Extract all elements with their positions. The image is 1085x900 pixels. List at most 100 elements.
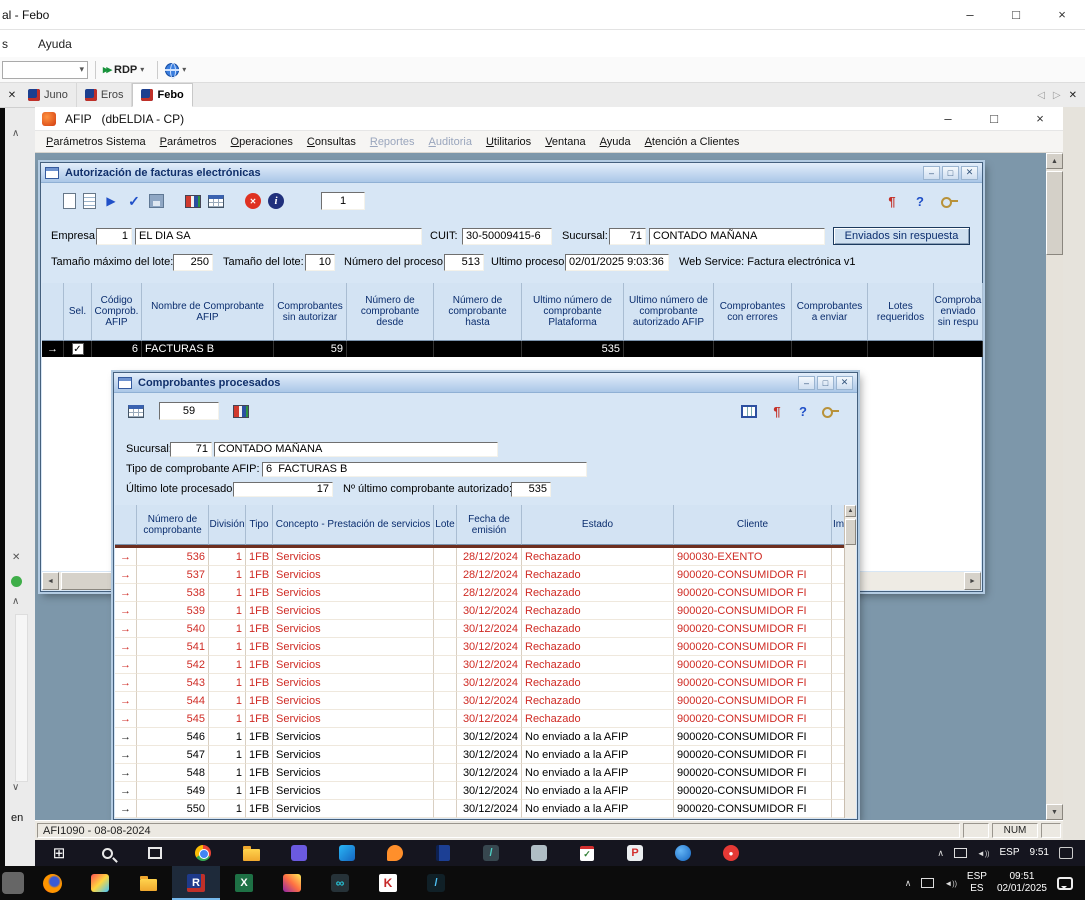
tab-next-icon[interactable]: ▷ (1053, 90, 1061, 101)
file-explorer-app[interactable] (124, 866, 172, 900)
table-row[interactable]: →54611FBServicios30/12/2024No enviado a … (115, 728, 846, 746)
proceso-field[interactable]: 513 (444, 254, 484, 271)
sucursal-number-field[interactable]: 71 (609, 228, 646, 245)
gray-app[interactable] (515, 840, 563, 866)
globe-icon[interactable] (165, 63, 179, 77)
table-row[interactable]: →54111FBServicios30/12/2024Rechazado9000… (115, 638, 846, 656)
scroll-right-icon[interactable]: ► (964, 572, 981, 590)
auth-header-cell[interactable]: Comprobantes a enviar (792, 283, 868, 341)
panel-close-icon[interactable]: ✕ (4, 90, 20, 101)
proc-header-cell[interactable]: Tipo (246, 505, 273, 545)
table-row[interactable]: →54711FBServicios30/12/2024No enviado a … (115, 746, 846, 764)
mdi-vertical-scrollbar[interactable]: ▲ ▼ (1046, 153, 1063, 820)
table-row[interactable]: →54511FBServicios30/12/2024Rechazado9000… (115, 710, 846, 728)
tray-chevron-icon[interactable]: ∧ (937, 848, 944, 859)
menu-partial[interactable]: s (2, 37, 8, 51)
tipo-comprobante-field[interactable]: 6 FACTURAS B (262, 462, 587, 477)
row-checkbox[interactable]: ✓ (72, 343, 84, 355)
new-document-icon[interactable] (63, 193, 76, 209)
cancel-icon[interactable]: ✕ (245, 193, 261, 209)
sucursal-name-field[interactable]: CONTADO MAÑANA (214, 442, 498, 457)
firefox-app[interactable] (28, 866, 76, 900)
record-counter-field[interactable]: 59 (159, 402, 219, 420)
paint-app[interactable]: P (611, 840, 659, 866)
table-row[interactable]: →54411FBServicios30/12/2024Rechazado9000… (115, 692, 846, 710)
table-row[interactable]: →54311FBServicios30/12/2024Rechazado9000… (115, 674, 846, 692)
language-indicator[interactable]: ESPES (967, 871, 987, 896)
auth-header-cell[interactable]: Código Comprob. AFIP (92, 283, 142, 341)
chrome-app[interactable] (179, 840, 227, 866)
empresa-number-field[interactable]: 1 (96, 228, 132, 245)
tab-prev-icon[interactable]: ◁ (1037, 90, 1045, 101)
sidebar-scrollbar[interactable] (15, 614, 28, 782)
key-icon[interactable] (941, 193, 959, 209)
close-button[interactable]: ✕ (836, 376, 853, 390)
cuit-field[interactable]: 30-50009415-6 (462, 228, 552, 245)
maximize-button[interactable]: □ (942, 166, 959, 180)
auth-row-cell[interactable]: ✓ (64, 341, 92, 357)
clock[interactable]: 9:51 (1030, 847, 1049, 860)
remote-desktop-app[interactable]: R (172, 866, 220, 900)
table-row[interactable]: →53911FBServicios30/12/2024Rechazado9000… (115, 602, 846, 620)
tray-chevron-icon[interactable]: ∧ (905, 878, 912, 889)
proc-vertical-scrollbar[interactable]: ▲ (844, 505, 856, 818)
blue-browser-app[interactable] (659, 840, 707, 866)
auth-header-cell[interactable]: Ultimo número de comprobante autorizado … (624, 283, 714, 341)
mail-app[interactable] (323, 840, 371, 866)
process-counter-field[interactable]: 1 (321, 192, 365, 210)
menu-item-auditoria[interactable]: Auditoria (422, 131, 479, 153)
table-row[interactable]: →54811FBServicios30/12/2024No enviado a … (115, 764, 846, 782)
table-report-icon[interactable] (208, 195, 224, 208)
scrollbar-thumb[interactable] (845, 519, 856, 545)
auth-header-cell[interactable]: Nombre de Comprobante AFIP (142, 283, 274, 341)
task-view-button[interactable] (131, 840, 179, 866)
tab-juno[interactable]: Juno (20, 83, 77, 107)
table-row[interactable]: →54011FBServicios30/12/2024Rechazado9000… (115, 620, 846, 638)
rdp-connect-icon[interactable]: ▸▸ (103, 63, 110, 76)
ledger-icon[interactable] (233, 405, 249, 418)
sucursal-name-field[interactable]: CONTADO MAÑANA (649, 228, 825, 245)
proc-header-cell[interactable] (115, 505, 137, 545)
scrollbar-thumb[interactable] (1046, 171, 1063, 255)
file-explorer-app[interactable] (227, 840, 275, 866)
ledger-icon[interactable] (185, 195, 201, 208)
export-grid-icon[interactable] (128, 405, 144, 418)
table-row[interactable]: →54911FBServicios30/12/2024No enviado a … (115, 782, 846, 800)
menu-item-utilitarios[interactable]: Utilitarios (479, 131, 538, 153)
menu-ayuda[interactable]: Ayuda (38, 37, 72, 51)
start-button[interactable]: ⊞ (35, 840, 83, 866)
verify-icon[interactable]: ✓ (126, 193, 142, 209)
close-button[interactable]: × (1017, 107, 1063, 130)
save-icon[interactable] (149, 194, 164, 208)
proc-header-cell[interactable]: Fecha de emisión (457, 505, 522, 545)
scroll-up-icon[interactable]: ▲ (1046, 153, 1063, 169)
auth-header-cell[interactable]: Número de comprobante hasta (434, 283, 522, 341)
auth-header-cell[interactable]: Sel. (64, 283, 92, 341)
chevron-up-icon[interactable]: ∧ (12, 596, 19, 607)
auth-header-cell[interactable]: Comprobantes sin autorizar (274, 283, 347, 341)
red-circle-app[interactable]: ● (707, 840, 755, 866)
proc-header-cell[interactable]: División (209, 505, 246, 545)
key-icon[interactable] (822, 403, 840, 419)
help-icon[interactable]: ? (797, 403, 809, 419)
auth-header-cell[interactable]: Lotes requeridos (868, 283, 934, 341)
signature-icon[interactable]: ¶ (885, 193, 899, 209)
maximize-button[interactable]: □ (817, 376, 834, 390)
autorizado-field[interactable]: 535 (511, 482, 551, 497)
properties-icon[interactable] (83, 193, 96, 209)
tab-close-icon[interactable]: ✕ (1069, 90, 1077, 101)
search-button[interactable] (83, 840, 131, 866)
purple-app[interactable] (275, 840, 323, 866)
connection-combobox[interactable]: ▾ (2, 61, 88, 79)
notification-icon[interactable] (1057, 877, 1073, 890)
proc-header-cell[interactable]: Estado (522, 505, 674, 545)
maximize-button[interactable]: □ (993, 0, 1039, 29)
language-indicator[interactable]: ESP (1000, 847, 1020, 860)
k-app[interactable]: K (364, 866, 412, 900)
table-row[interactable]: →53811FBServicios28/12/2024Rechazado9000… (115, 584, 846, 602)
help-icon[interactable]: ? (914, 193, 926, 209)
notebook-app[interactable] (419, 840, 467, 866)
clock[interactable]: 09:5102/01/2025 (997, 871, 1047, 896)
auth-header-cell[interactable] (42, 283, 64, 341)
volume-icon[interactable]: ◄ (977, 849, 990, 858)
